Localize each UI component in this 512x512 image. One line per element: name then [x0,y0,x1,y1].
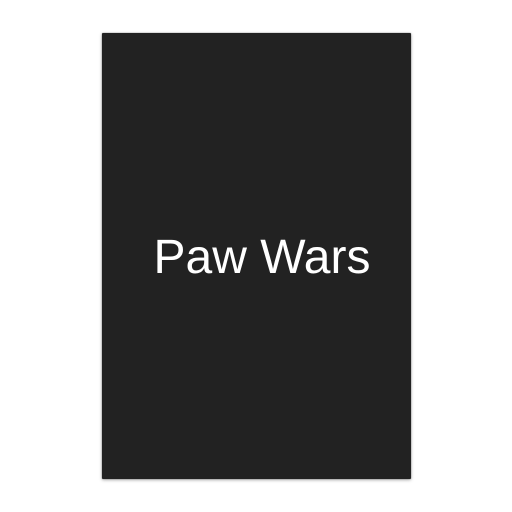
canvas: Paw Wars [0,0,512,512]
cover-title: Paw Wars [153,231,371,284]
